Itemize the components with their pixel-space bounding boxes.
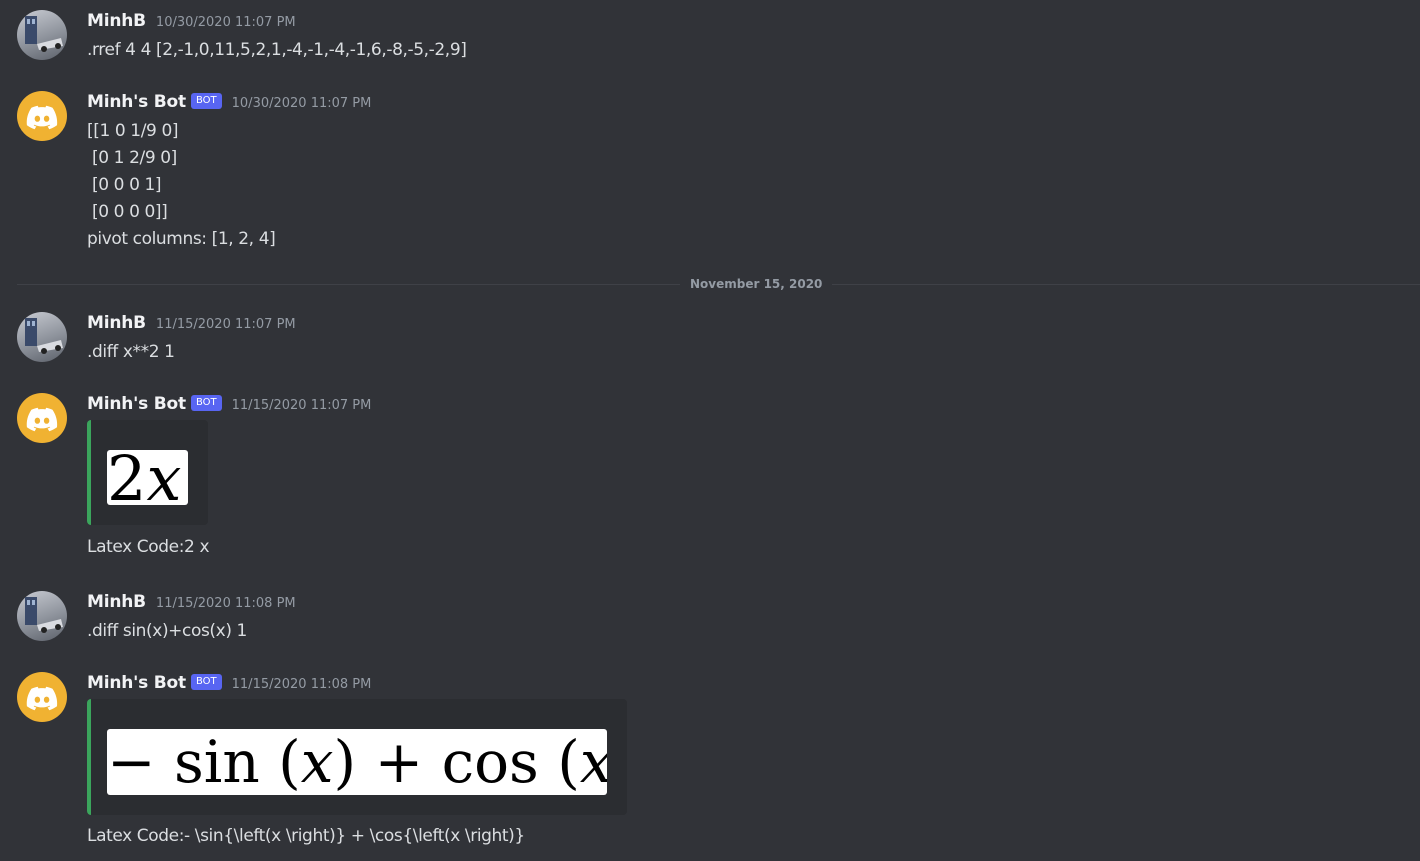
message-header: Minh's Bot BOT 10/30/2020 11:07 PM <box>87 91 371 113</box>
message-line: [0 0 0 1] <box>87 175 162 195</box>
avatar-photo-icon <box>25 16 63 52</box>
message-line: [[1 0 1/9 0] <box>87 121 179 141</box>
username[interactable]: Minh's Bot <box>87 673 186 693</box>
message-header: MinhB 11/15/2020 11:08 PM <box>87 591 296 613</box>
bot-avatar[interactable] <box>17 91 67 141</box>
latex-image[interactable]: 2x <box>107 450 188 505</box>
timestamp: 11/15/2020 11:07 PM <box>155 316 296 332</box>
username[interactable]: Minh's Bot <box>87 394 186 414</box>
latex-token: 2 <box>107 450 147 505</box>
message-line: .diff sin(x)+cos(x) 1 <box>87 621 247 641</box>
timestamp: 10/30/2020 11:07 PM <box>155 14 296 30</box>
username[interactable]: MinhB <box>87 592 146 612</box>
username[interactable]: MinhB <box>87 11 146 31</box>
message-header: Minh's Bot BOT 11/15/2020 11:07 PM <box>87 393 371 415</box>
embed: 2x <box>87 420 208 525</box>
message-content: .diff sin(x)+cos(x) 1 <box>87 618 247 645</box>
latex-token: x <box>300 729 334 795</box>
latex-token: x <box>580 729 607 795</box>
bot-avatar[interactable] <box>17 672 67 722</box>
bot-tag: BOT <box>190 674 222 690</box>
message-header: Minh's Bot BOT 11/15/2020 11:08 PM <box>87 672 371 694</box>
bot-tag: BOT <box>190 93 222 109</box>
message-header: MinhB 11/15/2020 11:07 PM <box>87 312 296 334</box>
avatar-photo-icon <box>25 318 63 354</box>
message-header: MinhB 10/30/2020 11:07 PM <box>87 10 296 32</box>
embed: − sin (x) + cos (x) <box>87 699 627 815</box>
user-avatar[interactable] <box>17 591 67 641</box>
user-avatar[interactable] <box>17 10 67 60</box>
latex-token: ) + cos ( <box>333 729 580 795</box>
message-content: .diff x**2 1 <box>87 339 175 366</box>
message-content: .rref 4 4 [2,-1,0,11,5,2,1,-4,-1,-4,-1,6… <box>87 37 467 64</box>
timestamp: 11/15/2020 11:07 PM <box>231 397 372 413</box>
discord-logo-icon <box>26 686 58 711</box>
message-line: [0 0 0 0]] <box>87 202 168 222</box>
message-line: pivot columns: [1, 2, 4] <box>87 229 276 249</box>
latex-token: x <box>146 450 182 505</box>
bot-avatar[interactable] <box>17 393 67 443</box>
discord-logo-icon <box>26 407 58 432</box>
latex-image[interactable]: − sin (x) + cos (x) <box>107 729 607 795</box>
timestamp: 11/15/2020 11:08 PM <box>155 595 296 611</box>
chat-messages: MinhB 10/30/2020 11:07 PM .rref 4 4 [2,-… <box>0 0 1420 861</box>
latex-code-text: Latex Code:- \sin{\left(x \right)} + \co… <box>87 826 525 846</box>
user-avatar[interactable] <box>17 312 67 362</box>
timestamp: 11/15/2020 11:08 PM <box>231 676 372 692</box>
bot-tag: BOT <box>190 395 222 411</box>
timestamp: 10/30/2020 11:07 PM <box>231 95 372 111</box>
message-content: [[1 0 1/9 0] [0 1 2/9 0] [0 0 0 1] [0 0 … <box>87 118 276 253</box>
latex-code-text: Latex Code:2 x <box>87 537 210 557</box>
message-line: [0 1 2/9 0] <box>87 148 177 168</box>
username[interactable]: Minh's Bot <box>87 92 186 112</box>
discord-logo-icon <box>26 105 58 130</box>
avatar-photo-icon <box>25 597 63 633</box>
latex-token: − sin ( <box>107 729 301 795</box>
message-line: .diff x**2 1 <box>87 342 175 362</box>
date-divider: November 15, 2020 <box>680 276 833 292</box>
message-line: .rref 4 4 [2,-1,0,11,5,2,1,-4,-1,-4,-1,6… <box>87 40 467 60</box>
username[interactable]: MinhB <box>87 313 146 333</box>
